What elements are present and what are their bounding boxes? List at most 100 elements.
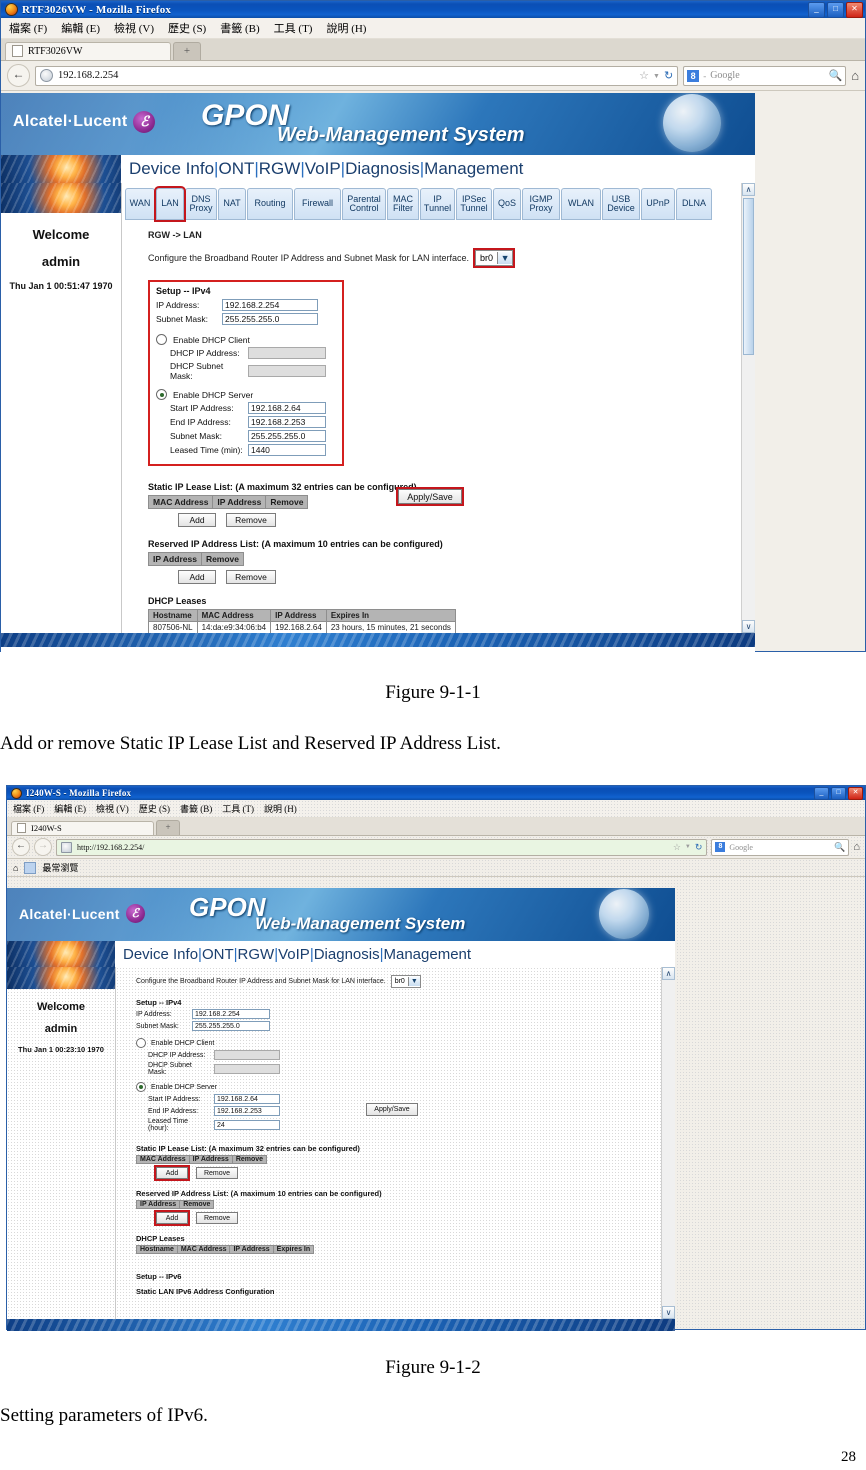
leased-time-input[interactable]: 24: [214, 1120, 280, 1130]
ip-address-input[interactable]: 192.168.2.254: [222, 299, 318, 311]
enable-dhcp-client-radio[interactable]: [156, 334, 167, 345]
chevron-down-icon[interactable]: ▼: [653, 72, 660, 80]
nav-device-info[interactable]: Device Info: [123, 946, 198, 963]
new-tab-button[interactable]: +: [173, 42, 201, 60]
reserved-ip-add-button[interactable]: Add: [154, 1210, 190, 1226]
menu-item-file[interactable]: 檔案 (F): [9, 20, 47, 36]
maximize-button[interactable]: □: [827, 2, 844, 18]
subtab-ip[interactable]: IP Tunnel: [420, 188, 455, 220]
maximize-button[interactable]: □: [831, 787, 846, 800]
browser-tab[interactable]: I240W-S: [11, 821, 154, 835]
nav-management[interactable]: Management: [424, 159, 523, 178]
search-bar[interactable]: 8 - Google 🔍: [683, 65, 847, 86]
menu-item-view[interactable]: 檢視 (V): [114, 20, 154, 36]
subtab-nat[interactable]: NAT: [218, 188, 246, 220]
chevron-down-icon[interactable]: ▼: [497, 252, 513, 264]
minimize-button[interactable]: _: [814, 787, 829, 800]
bookmark-star-icon[interactable]: ☆: [639, 69, 649, 82]
search-bar[interactable]: 8 Google 🔍: [711, 838, 850, 856]
menu-item-bookmarks[interactable]: 書籤 (B): [220, 20, 259, 36]
nav-diagnosis[interactable]: Diagnosis: [345, 159, 420, 178]
nav-ont[interactable]: ONT: [218, 159, 254, 178]
menu-item-history[interactable]: 歷史 (S): [168, 20, 206, 36]
nav-management[interactable]: Management: [384, 946, 472, 963]
bookmark-star-icon[interactable]: ☆: [673, 842, 681, 853]
menu-item-edit[interactable]: 編輯 (E): [54, 802, 86, 815]
subtab-lan[interactable]: LAN: [154, 186, 186, 222]
page-scrollbar-2[interactable]: ∧ ∨: [661, 967, 675, 1319]
url-bar[interactable]: http://192.168.2.254/ ☆ ▼ ↻: [56, 838, 708, 856]
scroll-down-icon[interactable]: ∨: [662, 1306, 675, 1319]
enable-dhcp-client-radio[interactable]: [136, 1038, 146, 1048]
lan-interface-select[interactable]: br0 ▼: [473, 248, 516, 268]
server-subnet-mask-input[interactable]: 255.255.255.0: [248, 430, 326, 442]
static-lease-remove-button[interactable]: Remove: [196, 1167, 238, 1179]
back-button[interactable]: ←: [12, 838, 30, 856]
reload-icon[interactable]: ↻: [695, 842, 703, 853]
subtab-usb[interactable]: USB Device: [602, 188, 640, 220]
end-ip-input[interactable]: 192.168.2.253: [214, 1106, 280, 1116]
reload-icon[interactable]: ↻: [664, 69, 673, 82]
close-button[interactable]: ✕: [848, 787, 863, 800]
close-button[interactable]: ✕: [846, 2, 863, 18]
leased-time-input[interactable]: 1440: [248, 444, 326, 456]
static-lease-add-button[interactable]: Add: [178, 513, 216, 527]
static-lease-add-button[interactable]: Add: [154, 1165, 190, 1181]
chevron-down-icon[interactable]: ▼: [407, 977, 420, 986]
subtab-igmp[interactable]: IGMP Proxy: [522, 188, 560, 220]
enable-dhcp-server-radio[interactable]: [136, 1082, 146, 1092]
search-input[interactable]: Google: [710, 70, 824, 81]
page-scrollbar-1[interactable]: ∧ ∨: [741, 183, 755, 633]
subnet-mask-input[interactable]: 255.255.255.0: [222, 313, 318, 325]
menu-item-history[interactable]: 歷史 (S): [139, 802, 170, 815]
nav-voip[interactable]: VoIP: [305, 159, 341, 178]
apply-save-button[interactable]: Apply/Save: [366, 1103, 418, 1116]
home-icon[interactable]: ⌂: [853, 841, 860, 853]
home-icon[interactable]: ⌂: [851, 68, 859, 84]
nav-rgw[interactable]: RGW: [259, 159, 301, 178]
static-lease-remove-button[interactable]: Remove: [226, 513, 276, 527]
ip-address-input[interactable]: 192.168.2.254: [192, 1009, 270, 1019]
nav-rgw[interactable]: RGW: [238, 946, 275, 963]
nav-device-info[interactable]: Device Info: [129, 159, 214, 178]
subtab-mac[interactable]: MAC Filter: [387, 188, 419, 220]
subtab-upnp[interactable]: UPnP: [641, 188, 675, 220]
menu-item-view[interactable]: 檢視 (V): [96, 802, 129, 815]
subtab-ipsec[interactable]: IPSec Tunnel: [456, 188, 492, 220]
scroll-up-icon[interactable]: ∧: [662, 967, 675, 980]
end-ip-input[interactable]: 192.168.2.253: [248, 416, 326, 428]
back-button[interactable]: ←: [7, 64, 30, 87]
menu-item-bookmarks[interactable]: 書籤 (B): [180, 802, 212, 815]
nav-voip[interactable]: VoIP: [278, 946, 310, 963]
start-ip-input[interactable]: 192.168.2.64: [214, 1094, 280, 1104]
subtab-firewall[interactable]: Firewall: [294, 188, 341, 220]
menu-item-tools[interactable]: 工具 (T): [222, 802, 254, 815]
nav-ont[interactable]: ONT: [202, 946, 234, 963]
scroll-up-icon[interactable]: ∧: [742, 183, 755, 196]
nav-diagnosis[interactable]: Diagnosis: [314, 946, 380, 963]
start-ip-input[interactable]: 192.168.2.64: [248, 402, 326, 414]
scroll-down-icon[interactable]: ∨: [742, 620, 755, 633]
forward-button[interactable]: →: [34, 838, 52, 856]
search-magnifier-icon[interactable]: 🔍: [834, 842, 845, 853]
menu-item-file[interactable]: 檔案 (F): [13, 802, 44, 815]
subtab-routing[interactable]: Routing: [247, 188, 293, 220]
menu-item-edit[interactable]: 編輯 (E): [61, 20, 100, 36]
reserved-ip-remove-button[interactable]: Remove: [226, 570, 276, 584]
most-visited-label[interactable]: 最常瀏覽: [42, 861, 78, 874]
subtab-dns[interactable]: DNS Proxy: [185, 188, 217, 220]
search-magnifier-icon[interactable]: 🔍: [828, 69, 842, 82]
lan-interface-select[interactable]: br0 ▼: [390, 975, 421, 988]
scrollbar-thumb[interactable]: [743, 198, 754, 355]
browser-tab[interactable]: RTF3026VW: [5, 42, 171, 60]
reserved-ip-remove-button[interactable]: Remove: [196, 1212, 238, 1224]
enable-dhcp-server-radio[interactable]: [156, 389, 167, 400]
home-bookmark-icon[interactable]: ⌂: [13, 863, 18, 873]
menu-item-tools[interactable]: 工具 (T): [274, 20, 313, 36]
subtab-qos[interactable]: QoS: [493, 188, 521, 220]
url-bar[interactable]: 192.168.2.254 ☆ ▼ ↻: [35, 65, 679, 86]
subtab-wan[interactable]: WAN: [125, 188, 155, 220]
subnet-mask-input[interactable]: 255.255.255.0: [192, 1021, 270, 1031]
subtab-dlna[interactable]: DLNA: [676, 188, 712, 220]
chevron-down-icon[interactable]: ▼: [685, 844, 691, 850]
